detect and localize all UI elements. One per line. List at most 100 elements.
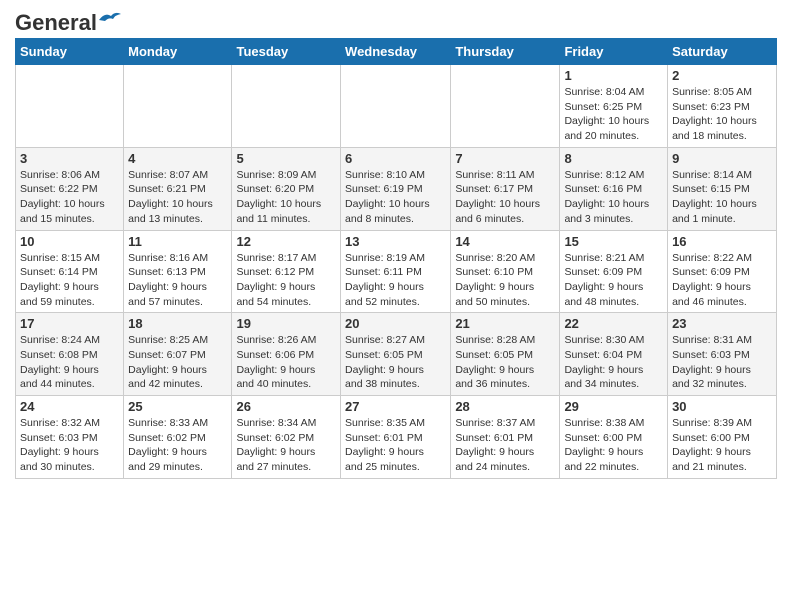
day-number: 20 bbox=[345, 316, 446, 331]
calendar-cell bbox=[16, 65, 124, 148]
day-number: 5 bbox=[236, 151, 336, 166]
day-number: 3 bbox=[20, 151, 119, 166]
day-info: Sunrise: 8:34 AM Sunset: 6:02 PM Dayligh… bbox=[236, 416, 336, 475]
day-info: Sunrise: 8:15 AM Sunset: 6:14 PM Dayligh… bbox=[20, 251, 119, 310]
calendar-cell: 10 Sunrise: 8:15 AM Sunset: 6:14 PM Dayli… bbox=[16, 230, 124, 313]
calendar-cell bbox=[232, 65, 341, 148]
day-number: 22 bbox=[564, 316, 663, 331]
calendar-cell: 23 Sunrise: 8:31 AM Sunset: 6:03 PM Dayli… bbox=[668, 313, 777, 396]
day-number: 13 bbox=[345, 234, 446, 249]
calendar-cell: 5 Sunrise: 8:09 AM Sunset: 6:20 PM Daylig… bbox=[232, 147, 341, 230]
day-info: Sunrise: 8:19 AM Sunset: 6:11 PM Dayligh… bbox=[345, 251, 446, 310]
day-info: Sunrise: 8:12 AM Sunset: 6:16 PM Dayligh… bbox=[564, 168, 663, 227]
day-number: 10 bbox=[20, 234, 119, 249]
calendar-page: General SundayMondayTuesdayWednesdayThur… bbox=[0, 0, 792, 494]
day-number: 19 bbox=[236, 316, 336, 331]
calendar-cell: 29 Sunrise: 8:38 AM Sunset: 6:00 PM Dayli… bbox=[560, 396, 668, 479]
day-info: Sunrise: 8:07 AM Sunset: 6:21 PM Dayligh… bbox=[128, 168, 227, 227]
calendar-cell: 25Sunrise: 8:33 AM Sunset: 6:02 PM Dayli… bbox=[124, 396, 232, 479]
day-header-friday: Friday bbox=[560, 39, 668, 65]
day-number: 28 bbox=[455, 399, 555, 414]
calendar-cell: 28 Sunrise: 8:37 AM Sunset: 6:01 PM Dayli… bbox=[451, 396, 560, 479]
day-info: Sunrise: 8:16 AM Sunset: 6:13 PM Dayligh… bbox=[128, 251, 227, 310]
day-info: Sunrise: 8:35 AM Sunset: 6:01 PM Dayligh… bbox=[345, 416, 446, 475]
day-number: 14 bbox=[455, 234, 555, 249]
logo-general: General bbox=[15, 10, 97, 36]
day-info: Sunrise: 8:39 AM Sunset: 6:00 PM Dayligh… bbox=[672, 416, 772, 475]
header: General bbox=[15, 10, 777, 30]
calendar-cell: 3 Sunrise: 8:06 AM Sunset: 6:22 PM Daylig… bbox=[16, 147, 124, 230]
day-info: Sunrise: 8:14 AM Sunset: 6:15 PM Dayligh… bbox=[672, 168, 772, 227]
day-info: Sunrise: 8:17 AM Sunset: 6:12 PM Dayligh… bbox=[236, 251, 336, 310]
day-info: Sunrise: 8:09 AM Sunset: 6:20 PM Dayligh… bbox=[236, 168, 336, 227]
day-number: 30 bbox=[672, 399, 772, 414]
day-header-tuesday: Tuesday bbox=[232, 39, 341, 65]
calendar-cell: 17 Sunrise: 8:24 AM Sunset: 6:08 PM Dayli… bbox=[16, 313, 124, 396]
day-number: 24 bbox=[20, 399, 119, 414]
calendar-cell: 24 Sunrise: 8:32 AM Sunset: 6:03 PM Dayli… bbox=[16, 396, 124, 479]
calendar-cell: 9 Sunrise: 8:14 AM Sunset: 6:15 PM Daylig… bbox=[668, 147, 777, 230]
day-info: Sunrise: 8:06 AM Sunset: 6:22 PM Dayligh… bbox=[20, 168, 119, 227]
day-info: Sunrise: 8:22 AM Sunset: 6:09 PM Dayligh… bbox=[672, 251, 772, 310]
day-info: Sunrise: 8:31 AM Sunset: 6:03 PM Dayligh… bbox=[672, 333, 772, 392]
calendar-cell: 30 Sunrise: 8:39 AM Sunset: 6:00 PM Dayli… bbox=[668, 396, 777, 479]
day-number: 11 bbox=[128, 234, 227, 249]
calendar-cell bbox=[341, 65, 451, 148]
week-row-1: 1 Sunrise: 8:04 AM Sunset: 6:25 PM Daylig… bbox=[16, 65, 777, 148]
day-info: Sunrise: 8:28 AM Sunset: 6:05 PM Dayligh… bbox=[455, 333, 555, 392]
calendar-cell: 20Sunrise: 8:27 AM Sunset: 6:05 PM Dayli… bbox=[341, 313, 451, 396]
calendar-cell: 14 Sunrise: 8:20 AM Sunset: 6:10 PM Dayli… bbox=[451, 230, 560, 313]
day-number: 7 bbox=[455, 151, 555, 166]
calendar-cell: 22 Sunrise: 8:30 AM Sunset: 6:04 PM Dayli… bbox=[560, 313, 668, 396]
logo: General bbox=[15, 10, 121, 30]
calendar-cell: 12 Sunrise: 8:17 AM Sunset: 6:12 PM Dayli… bbox=[232, 230, 341, 313]
day-number: 23 bbox=[672, 316, 772, 331]
day-info: Sunrise: 8:37 AM Sunset: 6:01 PM Dayligh… bbox=[455, 416, 555, 475]
day-info: Sunrise: 8:21 AM Sunset: 6:09 PM Dayligh… bbox=[564, 251, 663, 310]
calendar-cell: 6 Sunrise: 8:10 AM Sunset: 6:19 PM Daylig… bbox=[341, 147, 451, 230]
day-number: 29 bbox=[564, 399, 663, 414]
calendar-cell: 21 Sunrise: 8:28 AM Sunset: 6:05 PM Dayli… bbox=[451, 313, 560, 396]
day-info: Sunrise: 8:26 AM Sunset: 6:06 PM Dayligh… bbox=[236, 333, 336, 392]
day-header-sunday: Sunday bbox=[16, 39, 124, 65]
day-number: 6 bbox=[345, 151, 446, 166]
calendar-cell: 4 Sunrise: 8:07 AM Sunset: 6:21 PM Daylig… bbox=[124, 147, 232, 230]
day-info: Sunrise: 8:24 AM Sunset: 6:08 PM Dayligh… bbox=[20, 333, 119, 392]
calendar-cell bbox=[124, 65, 232, 148]
calendar-cell: 1 Sunrise: 8:04 AM Sunset: 6:25 PM Daylig… bbox=[560, 65, 668, 148]
calendar-cell: 8 Sunrise: 8:12 AM Sunset: 6:16 PM Daylig… bbox=[560, 147, 668, 230]
calendar-table: SundayMondayTuesdayWednesdayThursdayFrid… bbox=[15, 38, 777, 479]
calendar-cell: 15 Sunrise: 8:21 AM Sunset: 6:09 PM Dayli… bbox=[560, 230, 668, 313]
day-header-saturday: Saturday bbox=[668, 39, 777, 65]
week-row-5: 24 Sunrise: 8:32 AM Sunset: 6:03 PM Dayli… bbox=[16, 396, 777, 479]
week-row-3: 10 Sunrise: 8:15 AM Sunset: 6:14 PM Dayli… bbox=[16, 230, 777, 313]
day-info: Sunrise: 8:05 AM Sunset: 6:23 PM Dayligh… bbox=[672, 85, 772, 144]
day-number: 12 bbox=[236, 234, 336, 249]
day-info: Sunrise: 8:10 AM Sunset: 6:19 PM Dayligh… bbox=[345, 168, 446, 227]
calendar-cell: 26 Sunrise: 8:34 AM Sunset: 6:02 PM Dayli… bbox=[232, 396, 341, 479]
day-info: Sunrise: 8:20 AM Sunset: 6:10 PM Dayligh… bbox=[455, 251, 555, 310]
week-row-4: 17 Sunrise: 8:24 AM Sunset: 6:08 PM Dayli… bbox=[16, 313, 777, 396]
day-number: 2 bbox=[672, 68, 772, 83]
day-number: 4 bbox=[128, 151, 227, 166]
calendar-cell: 18Sunrise: 8:25 AM Sunset: 6:07 PM Dayli… bbox=[124, 313, 232, 396]
day-info: Sunrise: 8:30 AM Sunset: 6:04 PM Dayligh… bbox=[564, 333, 663, 392]
day-info: Sunrise: 8:38 AM Sunset: 6:00 PM Dayligh… bbox=[564, 416, 663, 475]
calendar-cell: 13 Sunrise: 8:19 AM Sunset: 6:11 PM Dayli… bbox=[341, 230, 451, 313]
day-number: 15 bbox=[564, 234, 663, 249]
day-number: 17 bbox=[20, 316, 119, 331]
calendar-cell: 2 Sunrise: 8:05 AM Sunset: 6:23 PM Daylig… bbox=[668, 65, 777, 148]
day-number: 8 bbox=[564, 151, 663, 166]
day-info: Sunrise: 8:11 AM Sunset: 6:17 PM Dayligh… bbox=[455, 168, 555, 227]
calendar-cell: 16Sunrise: 8:22 AM Sunset: 6:09 PM Dayli… bbox=[668, 230, 777, 313]
day-number: 9 bbox=[672, 151, 772, 166]
day-info: Sunrise: 8:25 AM Sunset: 6:07 PM Dayligh… bbox=[128, 333, 227, 392]
day-number: 1 bbox=[564, 68, 663, 83]
day-number: 27 bbox=[345, 399, 446, 414]
day-number: 21 bbox=[455, 316, 555, 331]
day-header-wednesday: Wednesday bbox=[341, 39, 451, 65]
day-number: 26 bbox=[236, 399, 336, 414]
day-info: Sunrise: 8:32 AM Sunset: 6:03 PM Dayligh… bbox=[20, 416, 119, 475]
day-info: Sunrise: 8:04 AM Sunset: 6:25 PM Dayligh… bbox=[564, 85, 663, 144]
day-number: 25 bbox=[128, 399, 227, 414]
